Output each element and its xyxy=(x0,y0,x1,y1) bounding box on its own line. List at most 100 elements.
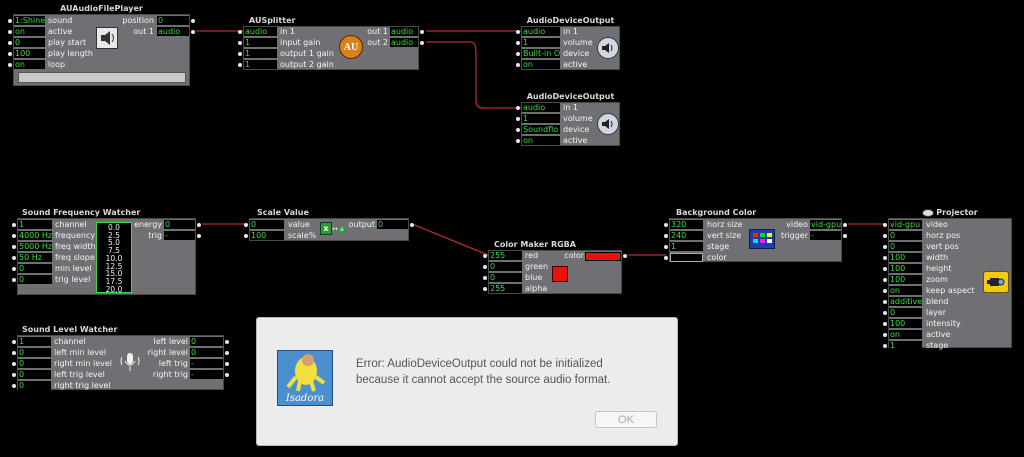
outlet[interactable] xyxy=(420,30,424,34)
inlet[interactable] xyxy=(664,223,668,227)
inlet[interactable] xyxy=(516,30,520,34)
value-field[interactable]: 1 xyxy=(522,38,560,47)
input-blend[interactable]: additive blend xyxy=(883,297,979,307)
output-trig[interactable]: trig - xyxy=(133,231,201,241)
actor-au-splitter[interactable]: AUSplitter audio in 1 1 input gain 1 output… xyxy=(238,16,424,70)
input-in-1[interactable]: audio in 1 xyxy=(516,103,602,113)
inlet[interactable] xyxy=(12,267,16,271)
value-field[interactable]: 1 xyxy=(670,242,703,251)
value-field[interactable]: 1 xyxy=(244,38,277,47)
inlet[interactable] xyxy=(12,340,16,344)
input-stage[interactable]: 1 stage xyxy=(664,242,750,252)
inlet[interactable] xyxy=(883,289,887,293)
input-zoom[interactable]: 100 zoom xyxy=(883,275,979,285)
inlet[interactable] xyxy=(12,256,16,260)
value-field[interactable]: 0 xyxy=(18,348,51,357)
outlet[interactable] xyxy=(410,223,414,227)
value-field[interactable]: 0 xyxy=(889,308,922,317)
input-left-min-level[interactable]: 0 left min level xyxy=(12,348,118,358)
value-field[interactable]: 1 xyxy=(522,114,560,123)
value-field[interactable]: 1 xyxy=(244,60,277,69)
input-alpha[interactable]: 255 alpha xyxy=(483,284,559,294)
inlet[interactable] xyxy=(664,256,668,260)
input-horz-pos[interactable]: 0 horz pos xyxy=(883,231,979,241)
input-active[interactable]: on active xyxy=(516,60,602,70)
output-output[interactable]: output 0 xyxy=(346,220,414,230)
value-field[interactable]: 50 Hz xyxy=(18,253,52,262)
inlet[interactable] xyxy=(483,254,487,258)
inlet[interactable] xyxy=(883,311,887,315)
inlet[interactable] xyxy=(883,245,887,249)
inlet[interactable] xyxy=(12,278,16,282)
value-field[interactable]: on xyxy=(889,286,922,295)
output-right-trig[interactable]: right trig - xyxy=(151,370,229,380)
value-field[interactable]: 0 xyxy=(489,273,522,282)
value-field[interactable]: on xyxy=(522,136,560,145)
output-video[interactable]: video vid-gpu xyxy=(779,220,847,230)
value-field[interactable]: 0 xyxy=(18,359,51,368)
inlet[interactable] xyxy=(883,256,887,260)
value-field[interactable]: 100 xyxy=(250,231,284,240)
value-field[interactable]: on xyxy=(889,330,922,339)
actor-audio-device-output-2[interactable]: AudioDeviceOutput audio in 1 1 volume Soun… xyxy=(516,92,620,146)
inlet[interactable] xyxy=(8,52,12,56)
input-video[interactable]: vid-gpu video xyxy=(883,220,979,230)
input-active[interactable]: on active xyxy=(883,330,979,340)
value-field[interactable]: 255 xyxy=(489,284,522,293)
inlet[interactable] xyxy=(516,117,520,121)
inlet[interactable] xyxy=(883,322,887,326)
output-left-level[interactable]: left level 0 xyxy=(151,337,229,347)
input-scale-percent[interactable]: 100 scale% xyxy=(244,231,330,241)
input-output-1-gain[interactable]: 1 output 1 gain xyxy=(238,49,344,59)
output-color[interactable]: color xyxy=(563,251,627,261)
input-input-gain[interactable]: 1 input gain xyxy=(238,38,344,48)
inlet[interactable] xyxy=(664,245,668,249)
output-trigger[interactable]: trigger - xyxy=(779,231,847,241)
input-right-trig-level[interactable]: 0 right trig level xyxy=(12,381,118,391)
outlet[interactable] xyxy=(225,362,229,366)
input-device[interactable]: Built-in Odevice xyxy=(516,49,602,59)
value-field[interactable]: 4000 Hz xyxy=(18,231,52,240)
input-vert-size[interactable]: 240 vert size xyxy=(664,231,750,241)
output-out-1[interactable]: out 1 audio xyxy=(358,27,424,37)
inlet[interactable] xyxy=(483,265,487,269)
input-play-length[interactable]: 100 play length xyxy=(8,49,114,59)
value-field[interactable]: Built-in O xyxy=(522,49,560,58)
input-left-trig-level[interactable]: 0 left trig level xyxy=(12,370,118,380)
input-device[interactable]: Soundflo device xyxy=(516,125,602,135)
value-field[interactable]: 0 xyxy=(489,262,522,271)
outlet[interactable] xyxy=(191,19,195,23)
outlet[interactable] xyxy=(843,234,847,238)
actor-audio-device-output-1[interactable]: AudioDeviceOutput audio in 1 1 volume Buil… xyxy=(516,16,620,70)
input-keep-aspect[interactable]: on keep aspect xyxy=(883,286,979,296)
input-layer[interactable]: 0 layer xyxy=(883,308,979,318)
output-energy[interactable]: energy 0 xyxy=(133,220,201,230)
output-out-1[interactable]: out 1 audio xyxy=(119,27,195,37)
output-position[interactable]: position 0 xyxy=(119,16,195,26)
value-field[interactable]: on xyxy=(14,60,45,69)
inlet[interactable] xyxy=(244,234,248,238)
input-loop[interactable]: on loop xyxy=(8,60,114,70)
input-channel[interactable]: 1 channel xyxy=(12,337,118,347)
inlet[interactable] xyxy=(483,276,487,280)
input-volume[interactable]: 1 volume xyxy=(516,114,602,124)
actor-au-audio-file-player[interactable]: AUAudioFilePlayer 1:Shine sound on active … xyxy=(8,4,195,86)
inlet[interactable] xyxy=(516,106,520,110)
input-intensity[interactable]: 100 intensity xyxy=(883,319,979,329)
inlet[interactable] xyxy=(8,63,12,67)
actor-sound-level-watcher[interactable]: Sound Level Watcher 1 channel 0 left min l… xyxy=(12,325,229,391)
ok-button[interactable]: OK xyxy=(595,411,657,428)
inlet[interactable] xyxy=(516,128,520,132)
inlet[interactable] xyxy=(12,384,16,388)
input-right-min-level[interactable]: 0 right min level xyxy=(12,359,118,369)
inlet[interactable] xyxy=(516,139,520,143)
actor-background-color[interactable]: Background Color 320 horz size 240 vert si… xyxy=(664,208,847,262)
value-field[interactable]: vid-gpu xyxy=(889,220,922,229)
inlet[interactable] xyxy=(883,234,887,238)
value-field[interactable]: 255 xyxy=(489,251,522,260)
input-height[interactable]: 100 height xyxy=(883,264,979,274)
inlet[interactable] xyxy=(238,52,242,56)
inlet[interactable] xyxy=(883,333,887,337)
value-field[interactable]: 0 xyxy=(18,370,51,379)
inlet[interactable] xyxy=(883,267,887,271)
